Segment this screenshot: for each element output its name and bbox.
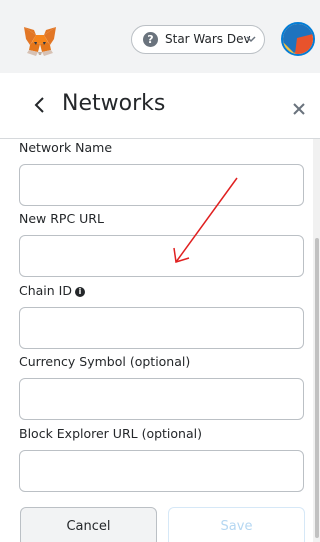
- cancel-button[interactable]: Cancel: [20, 507, 157, 542]
- chevron-left-icon[interactable]: [33, 96, 45, 114]
- metamask-fox-icon[interactable]: [23, 25, 57, 57]
- network-form: Network Name New RPC URL Chain ID i Curre…: [0, 139, 312, 542]
- network-name-label: Network Name: [19, 140, 113, 155]
- block-explorer-input[interactable]: [19, 450, 304, 492]
- chevron-down-icon: [246, 36, 256, 43]
- block-explorer-label: Block Explorer URL (optional): [19, 426, 202, 441]
- rpc-url-input[interactable]: [19, 235, 304, 277]
- currency-symbol-input[interactable]: [19, 378, 304, 420]
- close-icon[interactable]: [292, 102, 306, 116]
- question-icon: ?: [143, 32, 158, 47]
- network-selector[interactable]: ? Star Wars Dev: [131, 25, 265, 54]
- page-title: Networks: [62, 91, 166, 116]
- account-identicon: [283, 24, 313, 54]
- info-icon[interactable]: i: [75, 286, 85, 297]
- currency-symbol-label: Currency Symbol (optional): [19, 354, 191, 369]
- chain-id-label: Chain ID i: [19, 283, 85, 298]
- top-bar: ? Star Wars Dev: [0, 0, 320, 73]
- rpc-url-label: New RPC URL: [19, 211, 104, 226]
- chain-id-input[interactable]: [19, 307, 304, 349]
- network-label: Star Wars Dev: [165, 32, 251, 46]
- account-avatar[interactable]: [281, 22, 315, 56]
- save-button[interactable]: Save: [168, 507, 305, 542]
- network-name-input[interactable]: [19, 164, 304, 206]
- scrollbar-thumb[interactable]: [315, 238, 319, 538]
